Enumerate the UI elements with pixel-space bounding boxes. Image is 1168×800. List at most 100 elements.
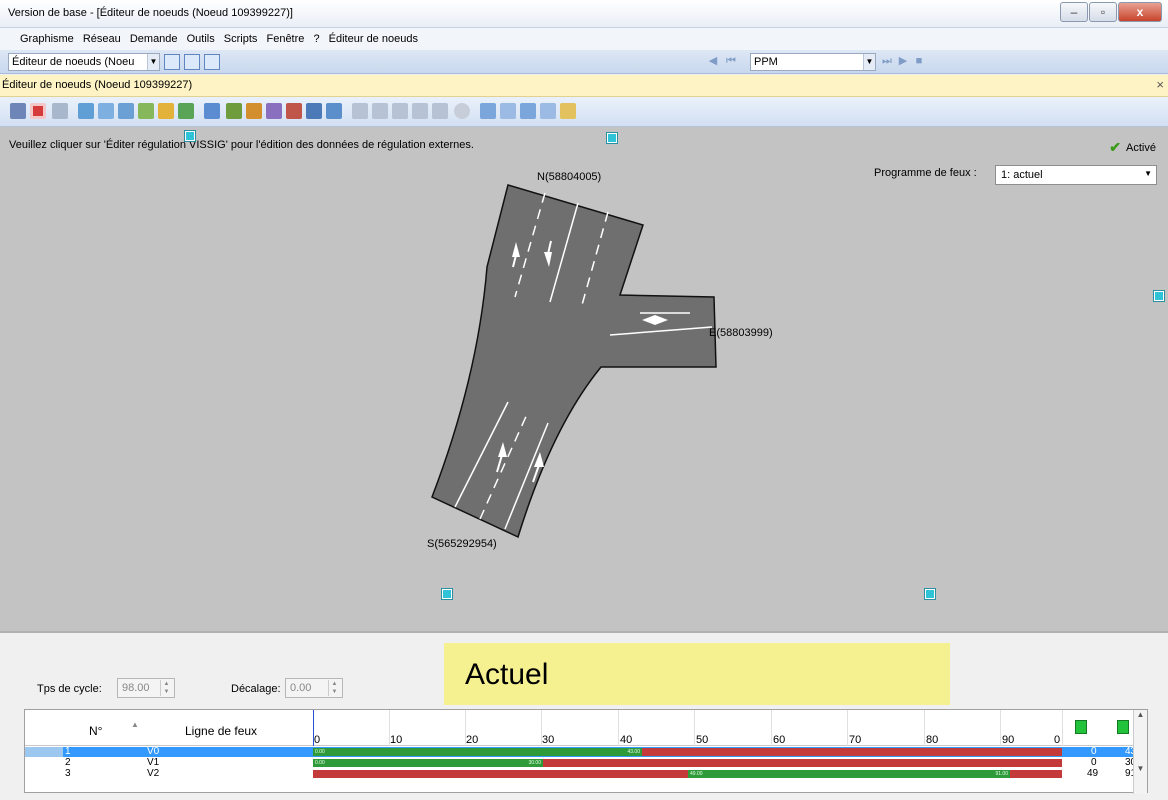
table-icon[interactable] <box>98 103 114 119</box>
pan-icon[interactable] <box>540 103 556 119</box>
offset-label: Décalage: <box>231 683 281 695</box>
stop-icon[interactable]: ■ <box>912 54 926 68</box>
menu-scripts[interactable]: Scripts <box>221 28 261 50</box>
red-phase-bar[interactable] <box>313 770 688 778</box>
layout-horizontal-icon[interactable] <box>184 54 200 70</box>
phase-start-label: 49.00 <box>690 771 703 777</box>
row-num: 2 <box>65 757 71 768</box>
ramp-icon[interactable] <box>178 103 194 119</box>
tick-label: 70 <box>849 734 862 746</box>
node-south-label: S(565292954) <box>427 538 497 550</box>
fit-icon[interactable] <box>520 103 536 119</box>
close-icon[interactable]: × <box>1156 77 1164 92</box>
green-phase-bar[interactable]: 0.00 43.00 <box>313 748 642 756</box>
move-signal-icon[interactable] <box>306 103 322 119</box>
row-green-start: 49 <box>1087 768 1099 779</box>
cycle-time-field[interactable]: 98.00 ▲ ▼ <box>117 678 175 698</box>
pointer-icon[interactable] <box>52 103 68 119</box>
red-phase-bar[interactable] <box>1010 770 1062 778</box>
menu-outils[interactable]: Outils <box>184 28 218 50</box>
grid-header: N° ▲ Ligne de feux 0 10 20 30 40 50 60 7… <box>25 710 1147 746</box>
handle-marker[interactable] <box>184 130 196 142</box>
intersection-drawing <box>431 184 717 539</box>
offset-field[interactable]: 0.00 ▲ ▼ <box>285 678 343 698</box>
last-icon[interactable]: ⏭ <box>880 54 894 68</box>
zoom-extent-icon[interactable] <box>480 103 496 119</box>
row-num: 3 <box>65 768 71 779</box>
close-button[interactable]: x <box>1118 2 1162 22</box>
green-phase-bar[interactable]: 0.00 30.00 <box>313 759 543 767</box>
red-phase-bar[interactable] <box>543 759 1062 767</box>
add-signal-icon[interactable] <box>226 103 242 119</box>
col-line-header[interactable]: Ligne de feux <box>185 724 257 738</box>
spinner-icon[interactable]: ▲ ▼ <box>160 680 172 696</box>
copy-signal-icon[interactable] <box>266 103 282 119</box>
offset-value: 0.00 <box>290 682 312 694</box>
node-canvas[interactable]: Veuillez cliquer sur 'Éditer régulation … <box>0 127 1168 633</box>
view-combo-value: Éditeur de noeuds (Noeu <box>12 56 135 68</box>
edit-signal-icon[interactable] <box>246 103 262 119</box>
layout-icon[interactable] <box>204 103 220 119</box>
matrix-icon[interactable] <box>392 103 408 119</box>
phase-icon[interactable] <box>432 103 448 119</box>
previous-icon[interactable]: ◀ <box>706 54 720 68</box>
signal-groups-grid[interactable]: N° ▲ Ligne de feux 0 10 20 30 40 50 60 7… <box>24 709 1148 794</box>
signal-group-icon[interactable] <box>326 103 342 119</box>
handle-marker[interactable] <box>924 588 936 600</box>
grid-icon[interactable] <box>352 103 368 119</box>
layout-single-icon[interactable] <box>164 54 180 70</box>
layout-vertical-icon[interactable] <box>204 54 220 70</box>
tick-label: 20 <box>466 734 479 746</box>
menu-reseau[interactable]: Réseau <box>80 28 124 50</box>
first-icon[interactable]: ⏮ <box>724 54 738 68</box>
refresh-icon[interactable] <box>118 103 134 119</box>
spinner-icon[interactable]: ▲ ▼ <box>328 680 340 696</box>
tick-label: 0 <box>314 734 321 746</box>
table-row[interactable]: 2 V1 0.00 30.00 0 30 <box>25 758 1147 768</box>
edit-icon[interactable] <box>560 103 576 119</box>
table-row[interactable]: 1 V0 0.00 43.00 0 43 <box>25 747 1147 757</box>
menu-help[interactable]: ? <box>310 28 322 50</box>
grid-scrollbar[interactable]: ▲ ▼ <box>1133 710 1147 794</box>
handle-marker[interactable] <box>606 132 618 144</box>
handle-marker[interactable] <box>1153 290 1165 302</box>
green-end-icon <box>1117 720 1129 734</box>
record-icon[interactable] <box>30 103 46 119</box>
row-green-start: 0 <box>1091 746 1097 757</box>
phase-end-label: 91.00 <box>995 771 1008 777</box>
tick-label: 10 <box>390 734 403 746</box>
delete-signal-icon[interactable] <box>286 103 302 119</box>
menu-fenetre[interactable]: Fenêtre <box>263 28 307 50</box>
sort-asc-icon[interactable]: ▲ <box>131 720 139 729</box>
select-icon[interactable] <box>10 103 26 119</box>
table-row[interactable]: 3 V2 49.00 91.00 49 91 <box>25 769 1147 779</box>
chart-icon[interactable] <box>138 103 154 119</box>
view-combo[interactable]: Éditeur de noeuds (Noeu ▼ <box>8 53 160 71</box>
window-titlebar: Version de base - [Éditeur de noeuds (No… <box>0 0 1168 28</box>
row-selector[interactable] <box>25 747 63 757</box>
ppm-combo[interactable]: PPM ▼ <box>750 53 876 71</box>
node-editor-header: Éditeur de noeuds (Noeud 109399227) × <box>0 75 1168 97</box>
menu-editeur-noeuds[interactable]: Éditeur de noeuds <box>326 28 421 50</box>
tick-label: 80 <box>926 734 939 746</box>
zoom-icon[interactable] <box>500 103 516 119</box>
link-icon[interactable] <box>78 103 94 119</box>
list-icon[interactable] <box>372 103 388 119</box>
program-banner: Actuel <box>444 643 950 705</box>
node-east-label: E(58803999) <box>709 327 773 339</box>
play-icon[interactable]: ▶ <box>896 54 910 68</box>
warning-icon[interactable] <box>158 103 174 119</box>
col-num-header[interactable]: N° <box>89 724 102 738</box>
red-phase-bar[interactable] <box>642 748 1062 756</box>
menu-demande[interactable]: Demande <box>127 28 181 50</box>
minimize-button[interactable]: – <box>1060 2 1088 22</box>
handle-marker[interactable] <box>441 588 453 600</box>
phase-end-label: 43.00 <box>627 749 640 755</box>
maximize-button[interactable]: ▫ <box>1089 2 1117 22</box>
signal-program-panel: Tps de cycle: 98.00 ▲ ▼ Décalage: 0.00 ▲ ▼… <box>0 635 1168 800</box>
stage-icon[interactable] <box>412 103 428 119</box>
clock-icon[interactable] <box>454 103 470 119</box>
green-start-icon <box>1075 720 1087 734</box>
menu-graphisme[interactable]: Graphisme <box>17 28 77 50</box>
green-phase-bar[interactable]: 49.00 91.00 <box>688 770 1010 778</box>
